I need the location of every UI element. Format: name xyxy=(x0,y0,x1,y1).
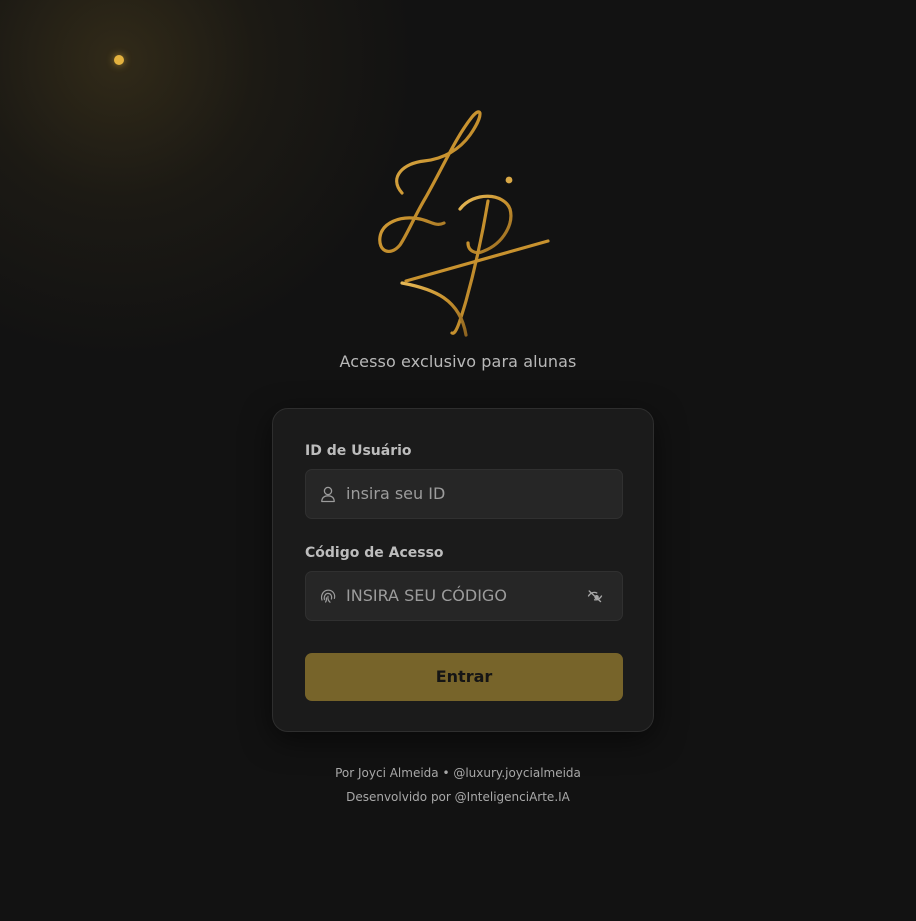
user-id-placeholder: insira seu ID xyxy=(346,484,446,503)
user-id-label: ID de Usuário xyxy=(305,443,412,459)
access-code-label: Código de Acesso xyxy=(305,545,444,561)
decorative-glow-dot xyxy=(114,55,124,65)
lj-logo-icon xyxy=(378,110,550,337)
footer-credit: Por Joyci Almeida • @luxury.joycialmeida xyxy=(335,766,581,780)
page-subtitle: Acesso exclusivo para alunas xyxy=(339,352,577,371)
access-code-input[interactable]: INSIRA SEU CÓDIGO xyxy=(305,571,623,621)
user-icon xyxy=(321,486,335,503)
access-code-placeholder: INSIRA SEU CÓDIGO xyxy=(346,586,507,605)
login-card: ID de Usuário insira seu ID Código de Ac… xyxy=(272,408,654,732)
enter-button[interactable]: Entrar xyxy=(305,653,623,701)
eye-off-icon[interactable] xyxy=(587,588,603,604)
user-id-input[interactable]: insira seu ID xyxy=(305,469,623,519)
footer-developer: Desenvolvido por @InteligenciArte.IA xyxy=(346,790,570,804)
fingerprint-icon xyxy=(320,589,336,603)
